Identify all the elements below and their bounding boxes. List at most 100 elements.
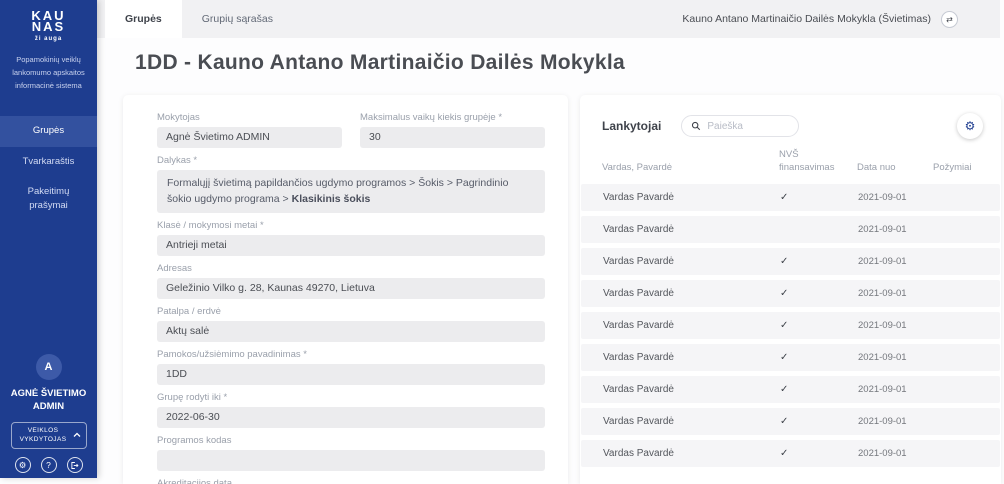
tab-grupes[interactable]: Grupės	[105, 0, 182, 38]
nvs-check-icon: ✓	[780, 352, 858, 363]
nvs-check-icon: ✓	[780, 192, 858, 203]
table-row[interactable]: Vardas Pavardė✓2021-09-01	[581, 184, 1000, 211]
search-input[interactable]	[707, 121, 787, 132]
search-icon	[691, 121, 701, 131]
nvs-check-icon: ✓	[780, 416, 858, 427]
visitor-date-from: 2021-09-01	[858, 288, 934, 299]
avatar: A	[36, 354, 62, 380]
visitor-date-from: 2021-09-01	[858, 384, 934, 395]
field-label-dalykas: Dalykas *	[157, 155, 545, 166]
settings-button[interactable]: ⚙	[15, 457, 31, 473]
tab-label: Grupių sąrašas	[202, 13, 273, 25]
visitor-date-from: 2021-09-01	[858, 416, 934, 427]
adresas-field[interactable]: Geležinio Vilko g. 28, Kaunas 49270, Lie…	[157, 278, 545, 299]
sidebar-item-grupes[interactable]: Grupės	[0, 116, 97, 146]
visitor-date-from: 2021-09-01	[858, 224, 934, 235]
logo-line2: NAS	[32, 19, 65, 34]
visitors-header: Lankytojai ⚙	[580, 95, 1001, 139]
visitor-name: Vardas Pavardė	[603, 352, 780, 363]
visitor-date-from: 2021-09-01	[858, 320, 934, 331]
table-row[interactable]: Vardas Pavardė✓2021-09-01	[581, 408, 1000, 435]
programos-kodas-field[interactable]	[157, 450, 545, 471]
logout-icon	[70, 461, 79, 470]
visitor-name: Vardas Pavardė	[603, 192, 780, 203]
sidebar-user-block: A AGNĖ ŠVIETIMO ADMIN VEIKLOS VYKDYTOJAS…	[0, 354, 97, 473]
table-row[interactable]: Vardas Pavardė✓2021-09-01	[581, 344, 1000, 371]
avatar-initial: A	[45, 361, 53, 373]
sidebar-item-pakeitimu-prasymai[interactable]: Pakeitimų prašymai	[0, 177, 97, 222]
field-label-mokytojas: Mokytojas	[157, 112, 342, 123]
rodyti-iki-field[interactable]: 2022-06-30	[157, 407, 545, 428]
dalykas-selected: Klasikinis šokis	[292, 193, 371, 205]
nvs-check-icon: ✓	[780, 320, 858, 331]
field-label-maksimalus: Maksimalus vaikų kiekis grupėje *	[360, 112, 545, 123]
visitor-name: Vardas Pavardė	[603, 224, 780, 235]
page-title: 1DD - Kauno Antano Martinaičio Dailės Mo…	[135, 51, 625, 75]
field-label-klase: Klasė / mokymosi metai *	[157, 220, 545, 231]
role-label: VEIKLOS VYKDYTOJAS	[17, 426, 70, 446]
role-selector[interactable]: VEIKLOS VYKDYTOJAS	[11, 422, 87, 450]
logo-tagline: ži auga	[0, 34, 97, 45]
visitor-name: Vardas Pavardė	[603, 416, 780, 427]
chevron-up-icon	[73, 432, 81, 438]
sidebar-item-tvarkarastis[interactable]: Tvarkaraštis	[0, 147, 97, 177]
app-window: KAU NAS ži auga Popamokinių veiklų lanko…	[0, 0, 1004, 484]
table-row[interactable]: Vardas Pavardė✓2021-09-01	[581, 312, 1000, 339]
field-label-pamoka: Pamokos/užsiėmimo pavadinimas *	[157, 349, 545, 360]
visitor-date-from: 2021-09-01	[858, 448, 934, 459]
visitors-table-header: Vardas, Pavardė NVŠ finansavimas Data nu…	[580, 149, 1001, 184]
table-row[interactable]: Vardas Pavardė✓2021-09-01	[581, 248, 1000, 275]
table-row[interactable]: Vardas Pavardė 2021-09-01	[581, 216, 1000, 243]
table-row[interactable]: Vardas Pavardė✓2021-09-01	[581, 376, 1000, 403]
field-label-programos-kodas: Programos kodas	[157, 435, 545, 446]
help-button[interactable]: ?	[41, 457, 57, 473]
mokytojas-field[interactable]: Agnė Švietimo ADMIN	[157, 127, 342, 148]
patalpa-field[interactable]: Aktų salė	[157, 321, 545, 342]
group-form-card: Mokytojas Agnė Švietimo ADMIN Maksimalus…	[123, 95, 568, 484]
visitor-name: Vardas Pavardė	[603, 256, 780, 267]
help-icon: ?	[46, 460, 51, 470]
institution-name: Kauno Antano Martinaičio Dailės Mokykla …	[682, 13, 931, 25]
system-name: Popamokinių veiklų lankomumo apskaitos i…	[0, 54, 97, 92]
logout-button[interactable]	[67, 457, 83, 473]
column-header-name: Vardas, Pavardė	[602, 162, 779, 175]
tab-label: Grupės	[125, 13, 162, 25]
sidebar-item-label: Grupės	[33, 125, 64, 136]
nvs-check-icon: ✓	[780, 448, 858, 459]
klase-field[interactable]: Antrieji metai	[157, 235, 545, 256]
nvs-check-icon: ✓	[780, 288, 858, 299]
visitors-title: Lankytojai	[602, 119, 661, 133]
user-name: AGNĖ ŠVIETIMO ADMIN	[0, 387, 97, 414]
nvs-check-icon: ✓	[780, 256, 858, 267]
pamokos-pavadinimas-field[interactable]: 1DD	[157, 364, 545, 385]
visitors-search	[681, 115, 799, 137]
visitor-date-from: 2021-09-01	[858, 192, 934, 203]
table-row[interactable]: Vardas Pavardė✓2021-09-01	[581, 280, 1000, 307]
tab-grupiu-sarasas[interactable]: Grupių sąrašas	[182, 0, 293, 38]
topbar: Grupės Grupių sąrašas Kauno Antano Marti…	[97, 0, 1000, 38]
sidebar-item-label: Pakeitimų prašymai	[28, 186, 70, 211]
sidebar-menu: Grupės Tvarkaraštis Pakeitimų prašymai	[0, 116, 97, 221]
kaunas-logo: KAU NAS ži auga	[0, 10, 97, 45]
sidebar-footer-icons: ⚙ ?	[0, 457, 97, 473]
dalykas-field[interactable]: Formalųjį švietimą papildančios ugdymo p…	[157, 170, 545, 213]
visitor-name: Vardas Pavardė	[603, 384, 780, 395]
visitors-settings-button[interactable]: ⚙	[957, 113, 983, 139]
visitor-name: Vardas Pavardė	[603, 320, 780, 331]
column-header-nvs: NVŠ finansavimas	[779, 149, 857, 175]
table-row[interactable]: Vardas Pavardė✓2021-09-01	[581, 440, 1000, 467]
maksimalus-field[interactable]: 30	[360, 127, 545, 148]
column-header-date: Data nuo	[857, 162, 933, 175]
switch-institution-button[interactable]: ⇄	[941, 11, 958, 28]
swap-icon: ⇄	[946, 15, 953, 24]
gear-icon: ⚙	[19, 460, 27, 471]
visitors-card: Lankytojai ⚙ Vardas, Pavardė NVŠ finansa…	[580, 95, 1001, 484]
visitors-rows: Vardas Pavardė✓2021-09-01Vardas Pavardė2…	[580, 184, 1001, 467]
visitor-date-from: 2021-09-01	[858, 352, 934, 363]
visitor-date-from: 2021-09-01	[858, 256, 934, 267]
field-label-adresas: Adresas	[157, 263, 545, 274]
field-label-patalpa: Patalpa / erdvė	[157, 306, 545, 317]
institution-switcher: Kauno Antano Martinaičio Dailės Mokykla …	[682, 0, 958, 38]
field-label-akreditacijos-data: Akreditacijos data	[157, 478, 545, 484]
gear-icon: ⚙	[965, 119, 976, 133]
